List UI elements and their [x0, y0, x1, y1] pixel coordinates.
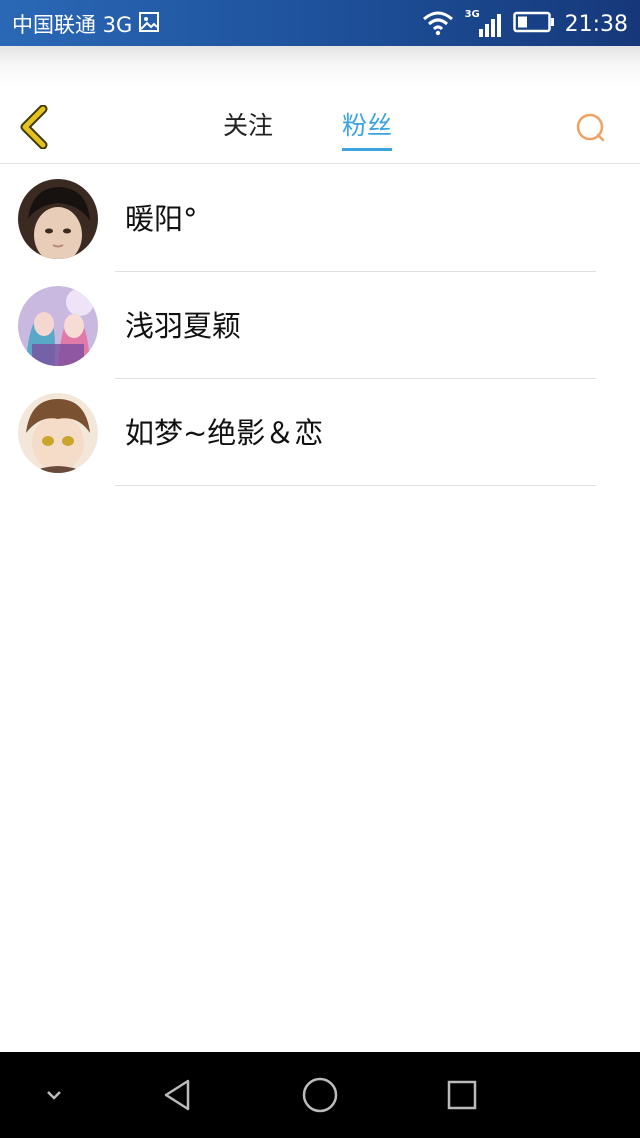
chevron-left-icon: [20, 105, 48, 149]
carrier-label: 中国联通 3G: [12, 13, 133, 37]
nav-bar: [0, 1052, 640, 1138]
recents-square-icon: [447, 1080, 477, 1110]
list-item[interactable]: 如梦~绝影＆恋: [0, 379, 640, 486]
header: 关注 粉丝: [0, 88, 640, 164]
nav-home-button[interactable]: [298, 1073, 342, 1117]
list-item[interactable]: 暖阳°: [0, 165, 640, 272]
clock: 21:38: [564, 12, 628, 37]
fans-list: 暖阳° 浅羽夏颖 如梦~绝影＆恋: [0, 165, 640, 486]
top-strip: [0, 46, 640, 88]
search-button[interactable]: [573, 110, 609, 146]
signal-icon: 3G: [465, 9, 503, 39]
hide-nav-button[interactable]: [32, 1073, 76, 1117]
back-button[interactable]: [14, 104, 54, 150]
tab-follow[interactable]: 关注: [223, 108, 273, 148]
avatar[interactable]: [18, 286, 98, 366]
fan-name: 如梦~绝影＆恋: [125, 416, 324, 450]
nav-recents-button[interactable]: [440, 1073, 484, 1117]
list-item[interactable]: 浅羽夏颖: [0, 272, 640, 379]
image-icon: [138, 11, 160, 38]
fan-name: 浅羽夏颖: [125, 309, 242, 343]
fan-name: 暖阳°: [125, 202, 198, 236]
status-left: 中国联通 3G: [12, 9, 160, 39]
chevron-down-icon: [47, 1091, 61, 1100]
search-icon: [576, 113, 605, 142]
nav-back-button[interactable]: [156, 1073, 200, 1117]
wifi-icon: [421, 8, 455, 41]
divider: [115, 485, 596, 486]
avatar[interactable]: [18, 393, 98, 473]
battery-icon: [512, 10, 555, 39]
home-circle-icon: [302, 1077, 338, 1113]
status-bar: 中国联通 3G 3G 21:38: [0, 0, 640, 46]
avatar[interactable]: [18, 179, 98, 259]
status-right: 3G 21:38: [421, 8, 628, 41]
back-triangle-icon: [164, 1079, 190, 1111]
tab-fans[interactable]: 粉丝: [342, 108, 393, 151]
